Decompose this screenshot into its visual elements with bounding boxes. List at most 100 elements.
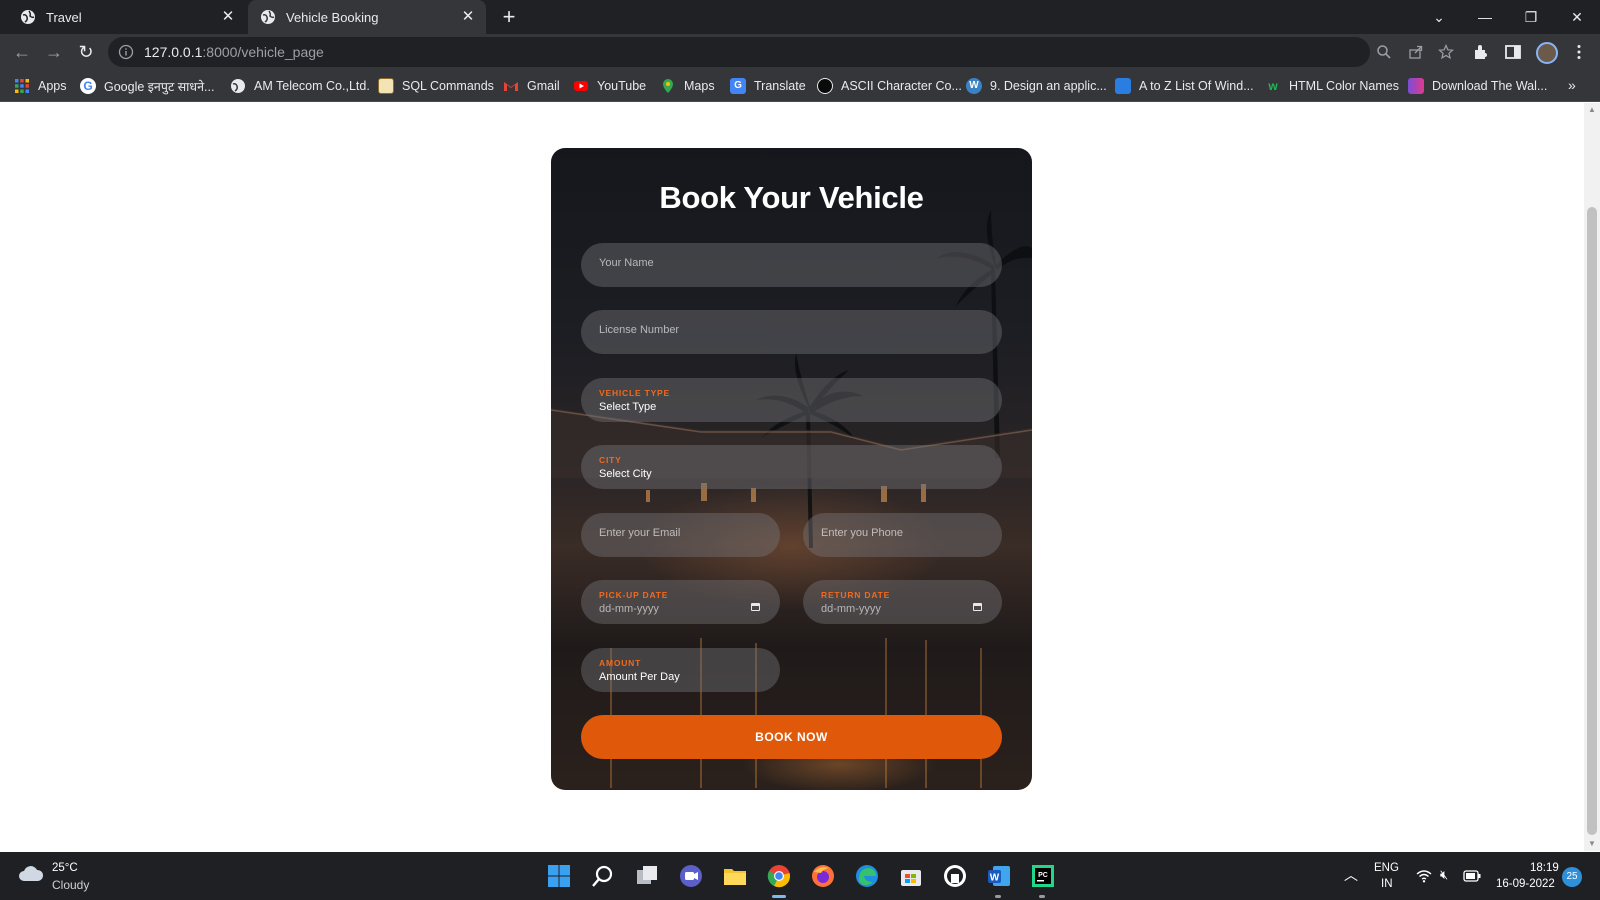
ascii-icon xyxy=(817,78,833,94)
sql-icon xyxy=(378,78,394,94)
bookmark-design-application[interactable]: W 9. Design an applic... xyxy=(966,70,1107,102)
share-icon[interactable] xyxy=(1408,44,1424,60)
bookmark-ascii[interactable]: ASCII Character Co... xyxy=(817,70,962,102)
vehicle-type-select[interactable]: VEHICLE TYPE Select Type xyxy=(581,378,1002,422)
amount-input[interactable]: AMOUNT Amount Per Day xyxy=(581,648,780,692)
booking-card: Book Your Vehicle Your Name License Numb… xyxy=(551,148,1032,790)
city-select[interactable]: CITY Select City xyxy=(581,445,1002,489)
weather-temperature[interactable]: 25°C xyxy=(52,862,78,874)
forward-icon[interactable]: → xyxy=(42,40,66,64)
volume-muted-icon[interactable]: 🔇︎ xyxy=(1440,867,1448,883)
name-input[interactable]: Your Name xyxy=(581,243,1002,287)
bookmark-label: YouTube xyxy=(597,79,647,93)
bookmark-star-icon[interactable] xyxy=(1438,44,1454,60)
email-input[interactable]: Enter your Email xyxy=(581,513,780,557)
language-region[interactable]: IN xyxy=(1381,878,1393,890)
phone-input[interactable]: Enter you Phone xyxy=(803,513,1002,557)
back-icon[interactable]: ← xyxy=(10,40,34,64)
profile-avatar[interactable] xyxy=(1536,42,1558,64)
return-date-input[interactable]: RETURN DATE dd-mm-yyyy xyxy=(803,580,1002,624)
reload-icon[interactable]: ↻ xyxy=(74,40,98,64)
google-icon: G xyxy=(80,78,96,94)
bookmark-apps[interactable]: Apps xyxy=(14,70,67,102)
language-code[interactable]: ENG xyxy=(1374,862,1399,874)
pycharm-icon[interactable]: PC xyxy=(1030,863,1056,889)
globe-icon xyxy=(231,79,245,93)
calendar-icon[interactable] xyxy=(973,603,982,611)
clock-time[interactable]: 18:19 xyxy=(1530,862,1559,874)
zoom-icon[interactable] xyxy=(1376,44,1392,60)
more-bookmarks-icon[interactable]: » xyxy=(1568,77,1576,93)
taskbar: 25°C Cloudy W PC ︿ ENG IN 🔇︎ 18:19 16-09… xyxy=(0,852,1600,900)
task-view-icon[interactable] xyxy=(634,863,660,889)
email-placeholder: Enter your Email xyxy=(599,527,681,539)
pickup-date-input[interactable]: PICK-UP DATE dd-mm-yyyy xyxy=(581,580,780,624)
license-number-input[interactable]: License Number xyxy=(581,310,1002,354)
battery-icon[interactable] xyxy=(1463,870,1481,882)
maps-pin-icon xyxy=(663,79,673,93)
url-path: :8000/vehicle_page xyxy=(202,44,324,60)
tab-search-icon[interactable]: ⌄ xyxy=(1416,0,1462,34)
file-explorer-icon[interactable] xyxy=(722,863,748,889)
bookmark-label: SQL Commands xyxy=(402,79,494,93)
close-icon[interactable]: ✕ xyxy=(460,9,476,25)
store-icon[interactable] xyxy=(898,863,924,889)
close-icon[interactable]: ✕ xyxy=(220,9,236,25)
side-panel-icon[interactable] xyxy=(1504,43,1522,61)
windows-start-icon[interactable] xyxy=(546,863,572,889)
page-title: Book Your Vehicle xyxy=(659,180,924,215)
bookmark-windows-list[interactable]: A to Z List Of Wind... xyxy=(1115,70,1254,102)
notification-badge[interactable]: 25 xyxy=(1562,867,1582,887)
wifi-icon[interactable] xyxy=(1416,869,1432,883)
bookmark-gmail[interactable]: Gmail xyxy=(503,70,560,102)
bookmark-maps[interactable]: Maps xyxy=(660,70,715,102)
extensions-icon[interactable] xyxy=(1472,43,1490,61)
bookmark-download-wallpaper[interactable]: Download The Wal... xyxy=(1408,70,1547,102)
bookmark-label: ASCII Character Co... xyxy=(841,79,962,93)
menu-icon[interactable] xyxy=(1570,43,1588,61)
tab-vehicle-booking[interactable]: Vehicle Booking ✕ xyxy=(248,0,486,34)
window-close-button[interactable]: ✕ xyxy=(1554,0,1600,34)
minimize-button[interactable]: — xyxy=(1462,0,1508,34)
return-date-value: dd-mm-yyyy xyxy=(821,603,881,615)
pickup-date-value: dd-mm-yyyy xyxy=(599,603,659,615)
firefox-icon[interactable] xyxy=(810,863,836,889)
wordpress-icon: W xyxy=(966,78,982,94)
bookmark-am-telecom[interactable]: AM Telecom Co.,Ltd. xyxy=(230,70,370,102)
bookmark-label: Gmail xyxy=(527,79,560,93)
tab-travel[interactable]: Travel ✕ xyxy=(8,0,246,34)
chevron-up-icon[interactable]: ︿ xyxy=(1344,865,1358,885)
new-tab-button[interactable]: + xyxy=(499,6,519,28)
apps-grid-icon xyxy=(15,79,29,93)
city-label: CITY xyxy=(599,455,622,465)
bookmark-label: Google इनपुट साधने... xyxy=(104,79,215,94)
restore-button[interactable]: ❐ xyxy=(1508,0,1554,34)
scroll-down-arrow[interactable]: ▼ xyxy=(1588,840,1596,848)
url-text[interactable]: 127.0.0.1:8000/vehicle_page xyxy=(144,44,324,60)
info-icon[interactable] xyxy=(118,44,134,60)
edge-icon[interactable] xyxy=(854,863,880,889)
scroll-up-arrow[interactable]: ▲ xyxy=(1588,106,1596,114)
globe-icon xyxy=(21,10,35,24)
word-icon[interactable]: W xyxy=(986,863,1012,889)
teams-chat-icon[interactable] xyxy=(678,863,704,889)
bookmark-youtube[interactable]: YouTube xyxy=(573,70,646,102)
chrome-icon[interactable] xyxy=(766,863,792,889)
gmail-icon xyxy=(504,82,518,91)
bookmark-google-input[interactable]: G Google इनपुट साधने... xyxy=(80,70,214,102)
bookmark-sql-commands[interactable]: SQL Commands xyxy=(378,70,494,102)
address-bar[interactable]: 127.0.0.1:8000/vehicle_page xyxy=(108,37,1454,67)
weather-condition[interactable]: Cloudy xyxy=(52,878,89,892)
cloud-icon[interactable] xyxy=(18,864,44,882)
github-desktop-icon[interactable] xyxy=(942,863,968,889)
book-now-button[interactable]: BOOK NOW xyxy=(581,715,1002,759)
clock-date[interactable]: 16-09-2022 xyxy=(1496,878,1555,890)
bookmark-html-color-names[interactable]: w HTML Color Names xyxy=(1265,70,1399,102)
bookmark-label: HTML Color Names xyxy=(1289,79,1399,93)
scrollbar-thumb[interactable] xyxy=(1587,207,1597,835)
calendar-icon[interactable] xyxy=(751,603,760,611)
tab-title: Vehicle Booking xyxy=(286,9,379,25)
bookmark-translate[interactable]: G Translate xyxy=(730,70,806,102)
search-icon[interactable] xyxy=(590,863,616,889)
svg-text:PC: PC xyxy=(1038,872,1048,879)
